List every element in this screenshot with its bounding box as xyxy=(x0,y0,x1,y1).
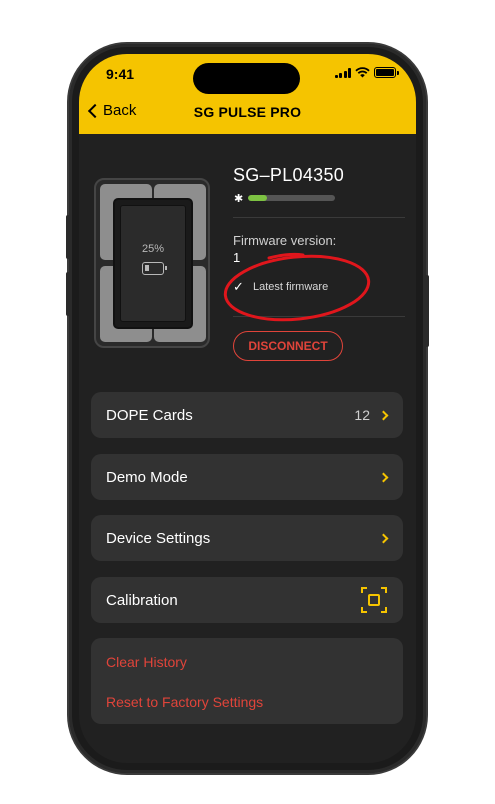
bluetooth-icon: ✱ xyxy=(234,193,244,205)
calibration-label: Calibration xyxy=(106,591,178,609)
demo-mode-row[interactable]: Demo Mode xyxy=(91,454,403,500)
demo-mode-label: Demo Mode xyxy=(106,468,188,486)
checkmark-icon: ✓ xyxy=(233,279,244,294)
device-image: 25% xyxy=(94,178,210,348)
device-settings-label: Device Settings xyxy=(106,529,211,547)
dope-cards-label: DOPE Cards xyxy=(106,406,193,424)
page-title: SG PULSE PRO xyxy=(193,104,302,120)
calibration-icon xyxy=(361,587,387,613)
dope-cards-row[interactable]: DOPE Cards 12 xyxy=(91,392,403,438)
volume-up-button xyxy=(66,215,70,259)
clear-history-button[interactable]: Clear History xyxy=(106,654,187,670)
side-button xyxy=(425,275,429,347)
calibration-row[interactable]: Calibration xyxy=(91,577,403,623)
firmware-label: Firmware version: xyxy=(233,233,337,248)
disconnect-button[interactable]: DISCONNECT xyxy=(233,331,343,361)
chevron-right-icon xyxy=(378,472,389,482)
device-settings-row[interactable]: Device Settings xyxy=(91,515,403,561)
battery-icon xyxy=(142,262,167,275)
cellular-signal-icon xyxy=(334,67,351,78)
factory-reset-button[interactable]: Reset to Factory Settings xyxy=(106,694,263,710)
app-screen: 9:41 Back SG PULSE PRO 25% SG–PL04350 ✱ … xyxy=(79,54,416,763)
danger-actions-group: Clear History Reset to Factory Settings xyxy=(91,638,403,724)
firmware-value: 1 xyxy=(233,250,241,265)
chevron-right-icon xyxy=(378,533,389,543)
wifi-icon xyxy=(355,67,370,78)
device-body: 25% xyxy=(113,198,193,329)
chevron-right-icon xyxy=(378,410,389,420)
dope-cards-count: 12 xyxy=(354,407,370,423)
header-bar: 9:41 Back SG PULSE PRO xyxy=(79,54,416,134)
device-display: 25% xyxy=(120,205,186,322)
volume-down-button xyxy=(66,272,70,316)
signal-strength-bar xyxy=(248,195,335,201)
status-battery-icon xyxy=(374,67,399,78)
divider xyxy=(233,316,405,317)
firmware-status: Latest firmware xyxy=(253,281,329,293)
device-name: SG–PL04350 xyxy=(233,165,345,185)
divider xyxy=(233,217,405,218)
status-time: 9:41 xyxy=(106,66,135,82)
dynamic-island xyxy=(193,63,300,94)
status-icons xyxy=(334,67,399,78)
device-battery-percent: 25% xyxy=(141,243,165,255)
